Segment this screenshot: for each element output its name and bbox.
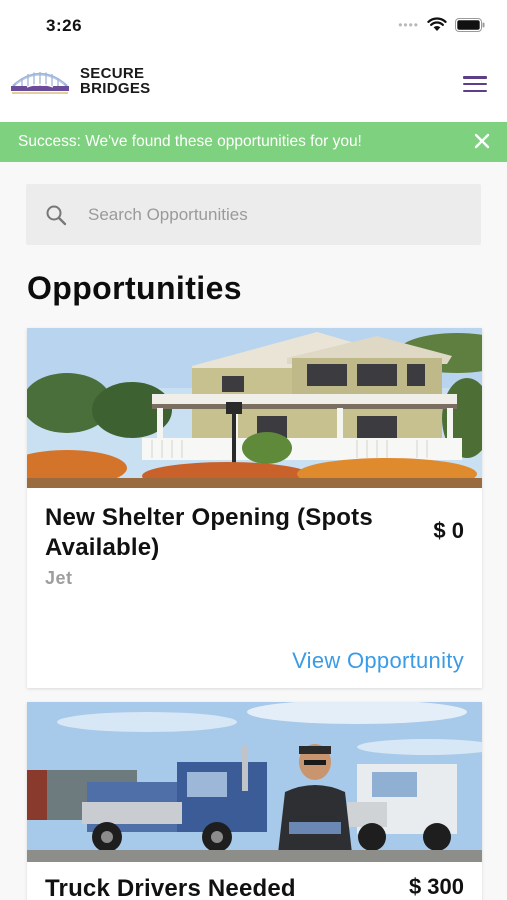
search-input[interactable] [88, 204, 448, 225]
success-alert: Success: We've found these opportunities… [0, 122, 507, 162]
search-icon [46, 205, 67, 225]
logo-line-2: BRIDGES [80, 80, 151, 97]
logo[interactable]: SECURE BRIDGES [10, 66, 150, 96]
status-time: 3:26 [46, 16, 83, 35]
hamburger-line [463, 89, 487, 92]
house-photo [27, 328, 482, 488]
card-title: New Shelter Opening (Spots Available) [45, 504, 373, 561]
card-price: $ 0 [433, 518, 464, 543]
battery-icon [455, 17, 485, 32]
view-opportunity-link[interactable]: View Opportunity [292, 648, 464, 674]
search-bar[interactable] [26, 184, 481, 245]
hamburger-icon [463, 76, 487, 79]
card-title: Truck Drivers Needed [45, 875, 296, 900]
close-icon[interactable] [473, 132, 491, 150]
main-content: Opportunities [0, 162, 507, 900]
logo-line-1: SECURE [80, 65, 145, 82]
status-bar: 3:26 •••• [0, 0, 507, 52]
card-price: $ 300 [408, 874, 464, 899]
bridge-logo-icon [11, 72, 69, 94]
card-author: Jet [45, 568, 73, 588]
signal-icon: •••• [398, 17, 419, 32]
opportunity-card[interactable]: Truck Drivers Needed $ 300 [27, 702, 482, 900]
page-title: Opportunities [27, 270, 242, 306]
hamburger-line [463, 82, 487, 86]
logo-text: SECURE BRIDGES [80, 66, 150, 96]
app-header: SECURE BRIDGES [0, 52, 507, 122]
menu-button[interactable] [463, 74, 487, 94]
status-indicators: •••• [398, 17, 485, 32]
trucks-photo [27, 702, 482, 862]
success-message: Success: We've found these opportunities… [18, 133, 362, 150]
wifi-icon [427, 17, 447, 31]
opportunity-card[interactable]: New Shelter Opening (Spots Available) $ … [27, 328, 482, 688]
